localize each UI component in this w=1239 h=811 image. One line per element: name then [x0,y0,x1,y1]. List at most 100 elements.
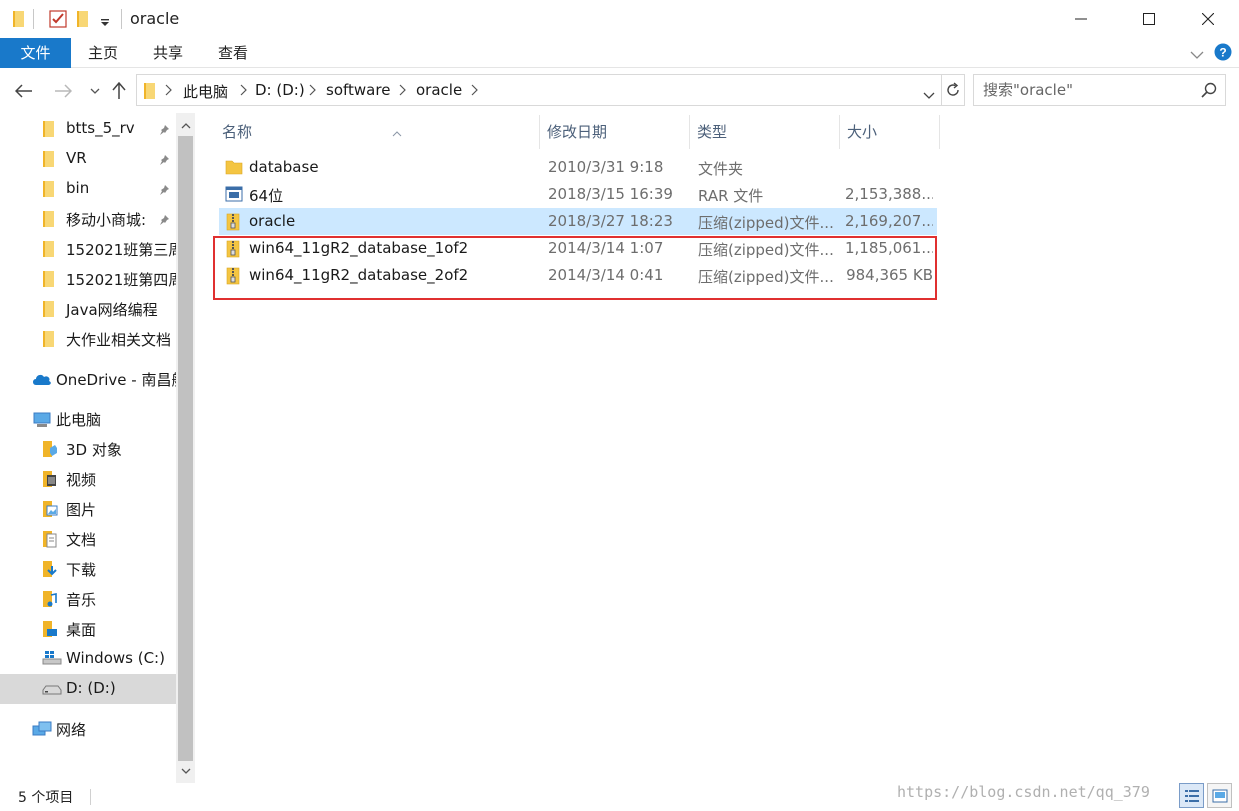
nav-item-quick-access[interactable]: bin [0,174,176,204]
nav-item-desktop[interactable]: 桌面 [0,614,176,644]
nav-item-downloads[interactable]: 下载 [0,554,176,584]
item-count: 5 个项目 [18,790,74,806]
customize-toolbar-icon[interactable] [100,14,110,32]
file-type: 文件夹 [698,160,744,178]
pin-icon[interactable] [158,152,170,170]
nav-item-drive[interactable]: D: (D:) [0,674,176,704]
nav-item-label: btts_5_rv [66,119,135,137]
nav-item-3d-objects[interactable]: 3D 对象 [0,434,176,464]
table-row[interactable]: 64位 2018/3/15 16:39 RAR 文件 2,153,388... [219,181,937,208]
nav-item-quick-access[interactable]: 152021班第三周 [0,234,176,264]
breadcrumb-d-drive[interactable]: D: (D:) [255,81,305,99]
chevron-right-icon[interactable] [309,83,319,97]
address-dropdown-icon[interactable] [923,86,935,104]
chevron-right-icon[interactable] [399,83,409,97]
file-size: 2,153,388... [845,185,933,203]
nav-scrollbar[interactable] [176,113,195,783]
nav-item-video[interactable]: 视频 [0,464,176,494]
file-type: 压缩(zipped)文件... [698,214,834,232]
pin-icon[interactable] [158,212,170,230]
nav-item-label: 152021班第三周 [66,241,176,259]
pin-icon[interactable] [158,122,170,140]
scroll-down-icon[interactable] [176,761,195,781]
up-button[interactable] [108,80,130,102]
nav-item-network[interactable]: 网络 [0,714,176,744]
recent-locations-button[interactable] [84,80,106,102]
folder-icon [225,159,243,179]
table-row[interactable]: database 2010/3/31 9:18 文件夹 [219,154,937,181]
chevron-right-icon[interactable] [471,83,481,97]
nav-item-quick-access[interactable]: Java网络编程 [0,294,176,324]
music-icon [42,590,58,612]
tab-file[interactable]: 文件 [0,38,71,68]
nav-item-quick-access[interactable]: 大作业相关文档 [0,324,176,354]
tab-home[interactable]: 主页 [78,38,128,68]
nav-item-windows-drive[interactable]: Windows (C:) [0,644,176,674]
nav-item-music[interactable]: 音乐 [0,584,176,614]
help-icon[interactable]: ? [1214,43,1232,65]
nav-item-pictures[interactable]: 图片 [0,494,176,524]
svg-text:?: ? [1219,46,1226,60]
rar-file-icon [225,186,243,206]
large-icons-view-button[interactable] [1207,783,1232,808]
file-size: 2,169,207... [845,212,933,230]
minimize-button[interactable] [1058,0,1104,38]
scrollbar-thumb[interactable] [178,136,193,761]
sort-ascending-icon [392,115,402,149]
table-row[interactable]: oracle 2018/3/27 18:23 压缩(zipped)文件... 2,16… [219,208,937,235]
nav-item-label: 文档 [66,531,97,549]
expand-ribbon-icon[interactable] [1190,46,1204,64]
search-box[interactable] [973,74,1226,106]
nav-item-label: 视频 [66,471,97,489]
nav-item-label: 3D 对象 [66,441,122,459]
column-header-size[interactable]: 大小 [840,115,940,149]
folder-icon [12,10,26,28]
folder-icon [143,82,157,104]
breadcrumb-this-pc[interactable]: 此电脑 [183,81,228,102]
chevron-right-icon[interactable] [240,83,250,97]
divider [121,9,122,29]
column-header-date[interactable]: 修改日期 [540,115,690,149]
new-folder-icon[interactable] [76,10,90,28]
forward-button[interactable] [52,80,74,102]
maximize-button[interactable] [1126,0,1172,38]
ribbon: 文件 主页 共享 查看 ? [0,38,1239,68]
drive-icon [42,680,62,700]
column-header-type[interactable]: 类型 [690,115,840,149]
nav-item-documents[interactable]: 文档 [0,524,176,554]
file-list: 名称 修改日期 类型 大小 database 2010/3/31 9:18 文件夹 6… [195,113,1239,783]
nav-item-quick-access[interactable]: btts_5_rv [0,114,176,144]
chevron-right-icon[interactable] [165,83,175,97]
close-button[interactable] [1185,0,1231,38]
breadcrumb-software[interactable]: software [326,81,390,99]
search-icon[interactable] [1201,82,1217,102]
nav-item-label: 下载 [66,561,97,579]
window-title: oracle [130,9,180,28]
details-view-button[interactable] [1179,783,1204,808]
nav-item-quick-access[interactable]: 移动小商城: [0,204,176,234]
refresh-button[interactable] [941,74,965,106]
nav-item-this-pc[interactable]: 此电脑 [0,404,176,434]
file-date: 2010/3/31 9:18 [548,158,664,176]
folder-icon [42,120,56,142]
folder-icon [42,330,56,352]
address-bar[interactable]: 此电脑 D: (D:) software oracle [136,74,942,106]
documents-icon [42,530,58,552]
scroll-up-icon[interactable] [176,115,195,135]
nav-item-quick-access[interactable]: VR [0,144,176,174]
nav-item-onedrive[interactable]: OneDrive - 南昌航 [0,364,176,394]
folder-icon [42,180,56,202]
divider [90,789,91,805]
file-name: 64位 [249,187,284,205]
navigation-pane: btts_5_rv VR bin 移动小商城: 152021班第三周 152021班第四周… [0,113,176,783]
nav-item-quick-access[interactable]: 152021班第四周 [0,264,176,294]
back-button[interactable] [13,80,35,102]
tab-view[interactable]: 查看 [208,38,258,68]
properties-icon[interactable] [49,10,67,28]
breadcrumb-oracle[interactable]: oracle [416,81,462,99]
search-input[interactable] [974,75,1194,105]
pin-icon[interactable] [158,182,170,200]
tab-share[interactable]: 共享 [143,38,193,68]
desktop-icon [42,620,58,642]
column-header-name[interactable]: 名称 [215,115,540,149]
